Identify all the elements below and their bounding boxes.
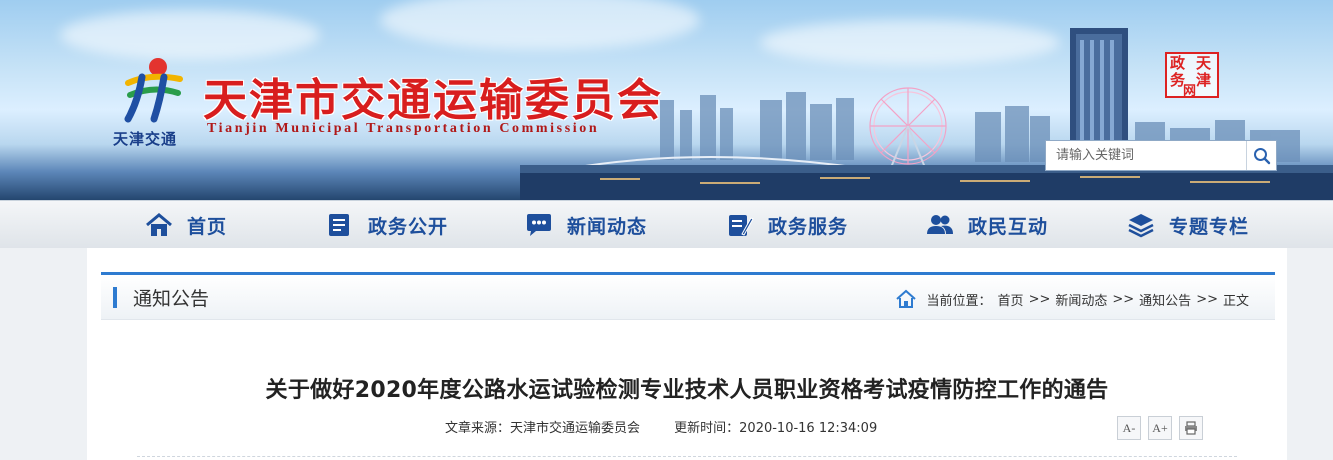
section-accent-bar bbox=[113, 287, 117, 308]
home-icon bbox=[895, 289, 916, 308]
chat-icon bbox=[527, 214, 551, 236]
print-button[interactable] bbox=[1179, 416, 1203, 440]
breadcrumb: 当前位置： 首页 >> 新闻动态 >> 通知公告 >> 正文 bbox=[895, 289, 1249, 309]
print-icon bbox=[1185, 421, 1197, 435]
tianjin-transport-logo bbox=[124, 58, 183, 123]
tianjin-gov-seal[interactable]: 天 津 政 务 网 bbox=[1165, 52, 1219, 99]
breadcrumb-separator: >> bbox=[1028, 291, 1051, 307]
article-tools: A- A+ bbox=[1117, 416, 1210, 440]
article-title: 关于做好2020年度公路水运试验检测专业技术人员职业资格考试疫情防控工作的通告 bbox=[265, 378, 1109, 403]
article-updated: 更新时间：2020-10-16 12:34:09 bbox=[674, 421, 878, 436]
nav-item-gov-services[interactable]: 政务服务 bbox=[726, 201, 848, 249]
search-icon bbox=[1253, 147, 1270, 164]
nav-item-interaction[interactable]: 政民互动 bbox=[926, 201, 1048, 249]
users-icon bbox=[927, 215, 953, 234]
layers-icon bbox=[1128, 214, 1154, 238]
nav-item-home[interactable]: 首页 bbox=[145, 201, 227, 249]
logo-text: 天津交通 bbox=[113, 130, 178, 148]
home-icon bbox=[146, 213, 172, 236]
breadcrumb-prefix: 当前位置： bbox=[926, 293, 992, 309]
font-larger-button[interactable]: A+ bbox=[1148, 416, 1172, 440]
site-title: 天津市交通运输委员会 bbox=[203, 75, 663, 126]
content-panel: 通知公告 当前位置： 首页 >> 新闻动态 >> 通知公告 >> 正文 关于做好… bbox=[87, 248, 1287, 460]
document-icon bbox=[329, 214, 349, 236]
breadcrumb-home[interactable]: 首页 bbox=[998, 290, 1024, 309]
breadcrumb-notices[interactable]: 通知公告 bbox=[1139, 290, 1191, 309]
section-title: 通知公告 bbox=[133, 288, 210, 310]
divider bbox=[137, 456, 1237, 457]
article-source: 文章来源：天津市交通运输委员会 bbox=[445, 421, 641, 436]
breadcrumb-news[interactable]: 新闻动态 bbox=[1055, 290, 1107, 309]
service-icon bbox=[729, 215, 754, 236]
site-title-en: Tianjin Municipal Transportation Commiss… bbox=[207, 121, 600, 136]
section-header: 通知公告 当前位置： 首页 >> 新闻动态 >> 通知公告 >> 正文 bbox=[101, 272, 1275, 320]
breadcrumb-separator: >> bbox=[1196, 291, 1218, 307]
breadcrumb-separator: >> bbox=[1112, 291, 1135, 307]
breadcrumb-current: 正文 bbox=[1222, 293, 1249, 309]
nav-item-news[interactable]: 新闻动态 bbox=[525, 201, 647, 249]
font-smaller-button[interactable]: A- bbox=[1117, 416, 1141, 440]
search-box bbox=[1045, 140, 1277, 171]
header-banner: 天津交通 天津市交通运输委员会 Tianjin Municipal Transp… bbox=[0, 0, 1333, 200]
search-button[interactable] bbox=[1246, 141, 1276, 170]
article-meta: 文章来源：天津市交通运输委员会 更新时间：2020-10-16 12:34:09 bbox=[445, 417, 907, 436]
main-nav: 首页 政务公开 新闻动态 政务服务 政民互动 专题专栏 bbox=[0, 200, 1333, 248]
nav-item-gov-affairs[interactable]: 政务公开 bbox=[326, 201, 448, 249]
search-input[interactable] bbox=[1046, 141, 1246, 170]
nav-item-special-topics[interactable]: 专题专栏 bbox=[1127, 201, 1249, 249]
